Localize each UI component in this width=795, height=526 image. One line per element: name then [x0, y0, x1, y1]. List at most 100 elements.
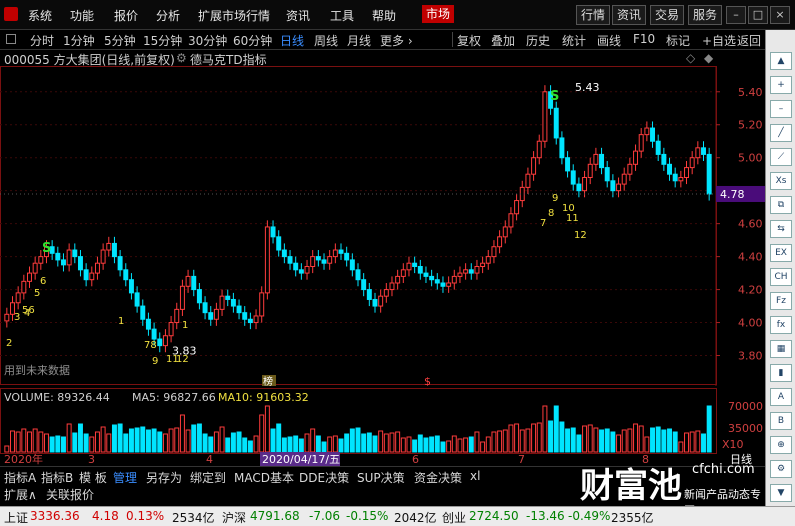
- volume-bar: [633, 423, 639, 453]
- tool-history[interactable]: 历史: [526, 32, 550, 49]
- status-bar: 上证 3336.36 4.18 0.13% 2534亿 沪深 4791.68 -…: [0, 506, 795, 526]
- tab-related-quote[interactable]: 关联报价: [46, 486, 94, 503]
- sidebar-draw-icon[interactable]: ╱: [770, 124, 792, 142]
- minimize-icon[interactable]: –: [726, 6, 746, 24]
- candle-body: [451, 275, 457, 284]
- volume-bar: [191, 424, 197, 453]
- hs-name[interactable]: 沪深: [222, 509, 246, 526]
- menu-analysis[interactable]: 分析: [156, 7, 180, 24]
- sidebar-plus-icon[interactable]: +: [770, 76, 792, 94]
- tab-expand[interactable]: 扩展∧: [4, 486, 37, 503]
- tool-mark[interactable]: 标记: [666, 32, 690, 49]
- menu-news[interactable]: 资讯: [286, 7, 310, 24]
- sidebar-ex-icon[interactable]: EX: [770, 244, 792, 262]
- tool-stats[interactable]: 统计: [562, 32, 586, 49]
- sidebar-arrow-down-icon[interactable]: ▼: [770, 484, 792, 502]
- volume-bar: [94, 431, 100, 453]
- volume-bar: [196, 423, 202, 453]
- period-month[interactable]: 月线: [347, 32, 371, 49]
- td-count-label: 12: [176, 354, 189, 365]
- btn-info[interactable]: 资讯: [612, 5, 647, 25]
- tool-add-watchlist[interactable]: +自选: [702, 32, 736, 49]
- sidebar-bar-icon[interactable]: ▮: [770, 364, 792, 382]
- period-15min[interactable]: 15分钟: [143, 32, 182, 49]
- sidebar-arrow-up-icon[interactable]: ▲: [770, 52, 792, 70]
- sidebar-xs-icon[interactable]: Xs: [770, 172, 792, 190]
- volume-bar: [491, 431, 497, 453]
- hs-value: 4791.68: [250, 509, 300, 523]
- y-tick-label: 5.00: [738, 152, 763, 165]
- btn-trade[interactable]: 交易: [650, 5, 685, 25]
- menu-quote[interactable]: 报价: [114, 7, 138, 24]
- period-day[interactable]: 日线: [280, 32, 304, 49]
- period-60min[interactable]: 60分钟: [233, 32, 272, 49]
- tool-draw[interactable]: 画线: [597, 32, 621, 49]
- period-1min[interactable]: 1分钟: [63, 32, 95, 49]
- volume-bar: [174, 427, 180, 453]
- indicator-settings-icon[interactable]: ⚙: [176, 51, 187, 65]
- cy-name[interactable]: 创业: [442, 509, 466, 526]
- y-tick-label: 4.20: [738, 284, 763, 297]
- period-30min[interactable]: 30分钟: [188, 32, 227, 49]
- close-icon[interactable]: ×: [770, 6, 790, 24]
- menu-tools[interactable]: 工具: [330, 7, 354, 24]
- sidebar-grid-icon[interactable]: ▦: [770, 340, 792, 358]
- sidebar-ch-icon[interactable]: CH: [770, 268, 792, 286]
- cy-percent: -0.49%: [568, 509, 611, 523]
- sidebar-zoom-icon[interactable]: ⊕: [770, 436, 792, 454]
- sidebar-link-icon[interactable]: ⇆: [770, 220, 792, 238]
- volume-bar: [21, 428, 27, 453]
- td-count-label: 8: [548, 208, 554, 219]
- diamond-icon[interactable]: ◇: [686, 51, 695, 65]
- period-tick[interactable]: 分时: [30, 32, 54, 49]
- sidebar-gear-icon[interactable]: ⚙: [770, 460, 792, 478]
- volume-chart[interactable]: VOLUME: 89326.44 MA5: 96827.66 MA10: 91603…: [0, 388, 765, 454]
- period-5min[interactable]: 5分钟: [104, 32, 136, 49]
- sidebar-minus-icon[interactable]: –: [770, 100, 792, 118]
- volume-bar: [599, 429, 605, 453]
- volume-bar: [468, 436, 474, 453]
- x-tick-label: 7: [518, 453, 525, 466]
- volume-bar: [270, 428, 276, 453]
- candle-body: [417, 266, 423, 274]
- volume-bar: [230, 432, 236, 453]
- btn-quotes[interactable]: 行情: [576, 5, 611, 25]
- pin-icon[interactable]: ◆: [704, 51, 713, 65]
- tool-restore-rights[interactable]: 复权: [457, 32, 481, 49]
- volume-bar: [610, 431, 616, 453]
- layout-icon[interactable]: [6, 34, 16, 44]
- sidebar-indicator-a-icon[interactable]: A: [770, 388, 792, 406]
- candle-body: [236, 305, 242, 314]
- candle-body: [361, 279, 367, 291]
- sidebar-fx-icon[interactable]: fx: [770, 316, 792, 334]
- y-tick-label: 4.40: [738, 251, 763, 264]
- tab-xl[interactable]: xl: [470, 469, 480, 483]
- candle-body: [627, 163, 633, 175]
- tool-f10[interactable]: F10: [633, 32, 655, 46]
- td-count-label: 3: [14, 312, 20, 323]
- tool-overlay[interactable]: 叠加: [491, 32, 515, 49]
- volume-bar: [225, 437, 231, 453]
- volume-bar: [66, 423, 72, 453]
- volume-bar: [582, 425, 588, 453]
- period-more[interactable]: 更多 ›: [380, 32, 413, 49]
- period-week[interactable]: 周线: [314, 32, 338, 49]
- sh-name[interactable]: 上证: [4, 509, 28, 526]
- menu-system[interactable]: 系统: [28, 7, 52, 24]
- menu-ext-market[interactable]: 扩展市场行情: [198, 7, 270, 24]
- sidebar-line-icon[interactable]: ⟋: [770, 148, 792, 166]
- candlestick-chart[interactable]: 5.405.205.004.804.604.404.204.003.804.78…: [0, 66, 765, 386]
- candle-body: [570, 170, 576, 185]
- btn-service[interactable]: 服务: [688, 5, 723, 25]
- maximize-icon[interactable]: □: [748, 6, 768, 24]
- sidebar-fz-icon[interactable]: Fz: [770, 292, 792, 310]
- sidebar-indicator-b-icon[interactable]: B: [770, 412, 792, 430]
- volume-bar: [38, 431, 44, 453]
- sidebar-chart-icon[interactable]: ⧉: [770, 196, 792, 214]
- menu-function[interactable]: 功能: [70, 7, 94, 24]
- candle-body: [440, 282, 446, 287]
- menu-market[interactable]: 市场: [422, 5, 455, 23]
- menu-help[interactable]: 帮助: [372, 7, 396, 24]
- tool-back[interactable]: 返回: [737, 32, 761, 49]
- volume-ma5: MA5: 96827.66: [132, 391, 216, 404]
